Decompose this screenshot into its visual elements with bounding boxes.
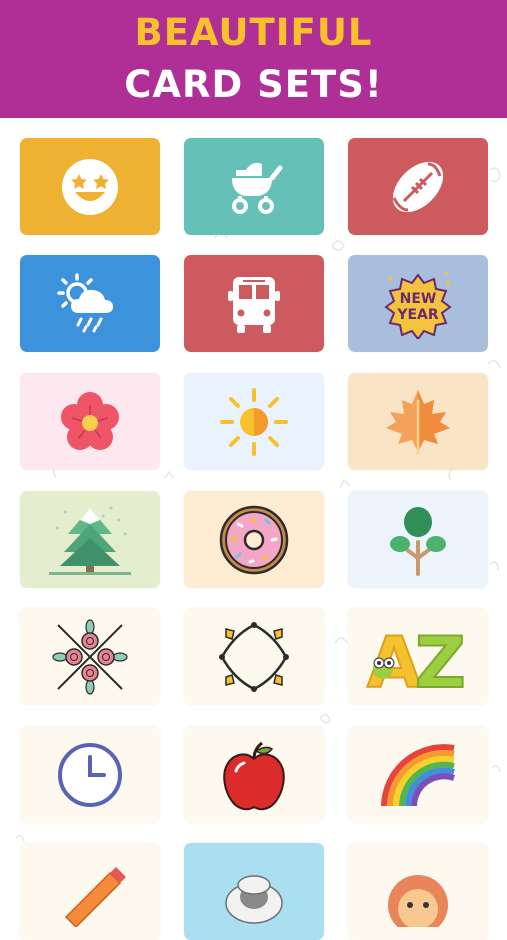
card-set-nature[interactable] xyxy=(348,491,488,588)
sheep-icon xyxy=(214,857,294,927)
card-set-wild-animals[interactable] xyxy=(348,843,488,940)
bus-icon xyxy=(219,269,289,339)
lion-icon xyxy=(378,857,458,927)
tree-icon xyxy=(382,502,454,578)
apple-icon xyxy=(216,737,292,813)
star-eyes-smiley-icon xyxy=(55,152,125,222)
card-set-transport[interactable] xyxy=(184,255,324,352)
svg-text:YEAR: YEAR xyxy=(396,307,439,323)
rainbow-icon xyxy=(378,740,458,810)
banner-title-line2: CARD SETS! xyxy=(124,63,383,106)
card-set-sports[interactable] xyxy=(348,138,488,235)
svg-text:Z: Z xyxy=(415,622,466,697)
sun-icon xyxy=(218,386,290,458)
card-set-weather[interactable] xyxy=(20,255,160,352)
baby-stroller-icon xyxy=(218,152,290,222)
card-set-pattern-roses[interactable] xyxy=(20,608,160,705)
card-set-baby[interactable] xyxy=(184,138,324,235)
card-set-alphabet[interactable]: AZ xyxy=(348,608,488,705)
sun-cloud-rain-icon xyxy=(53,269,127,339)
snowy-tree-icon xyxy=(45,502,135,578)
card-set-pattern-leaves[interactable] xyxy=(184,608,324,705)
card-set-food[interactable] xyxy=(184,491,324,588)
maple-leaf-icon xyxy=(380,386,456,458)
leaf-frame-icon xyxy=(216,619,292,695)
card-set-time[interactable] xyxy=(20,726,160,823)
football-icon xyxy=(382,152,454,222)
svg-text:NEW: NEW xyxy=(400,291,437,307)
donut-icon xyxy=(214,504,294,576)
rose-ornament-icon xyxy=(52,618,128,695)
card-set-colors[interactable] xyxy=(348,726,488,823)
new-year-badge-icon: NEW YEAR xyxy=(378,269,458,339)
card-set-animals[interactable] xyxy=(184,843,324,940)
banner-title-line1: BEAUTIFUL xyxy=(134,11,373,54)
card-set-school[interactable] xyxy=(20,843,160,940)
promo-banner: BEAUTIFUL CARD SETS! xyxy=(0,0,507,118)
card-set-spring[interactable] xyxy=(20,373,160,470)
card-set-winter[interactable] xyxy=(20,491,160,588)
az-letters-icon: AZ xyxy=(363,617,473,697)
clock-icon xyxy=(54,739,126,811)
card-set-fruit[interactable] xyxy=(184,726,324,823)
card-set-summer[interactable] xyxy=(184,373,324,470)
card-set-autumn[interactable] xyxy=(348,373,488,470)
card-set-holiday[interactable]: NEW YEAR xyxy=(348,255,488,352)
card-set-emoji[interactable] xyxy=(20,138,160,235)
flower-icon xyxy=(54,387,126,457)
pencil-icon xyxy=(50,857,130,927)
